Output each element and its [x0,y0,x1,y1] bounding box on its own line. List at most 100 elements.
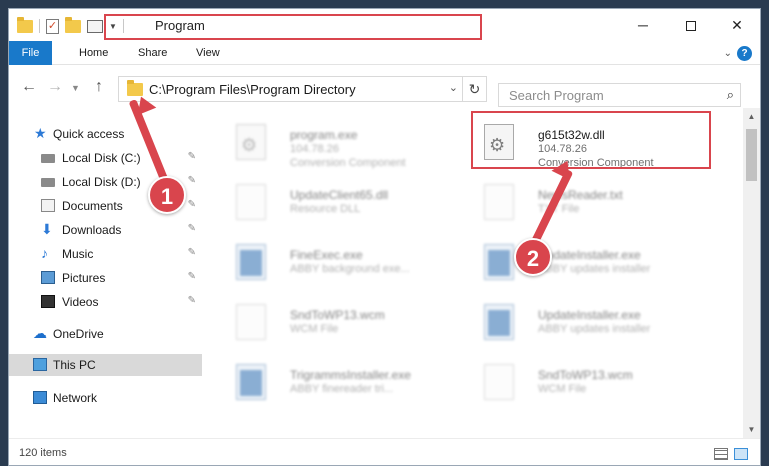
sidebar-item-label: OneDrive [53,327,104,341]
list-item[interactable]: FineExec.exe ABBY background exe... [206,238,436,288]
tab-home[interactable]: Home [79,41,108,65]
file-name: FineExec.exe [290,248,363,262]
folder-icon [17,16,33,33]
pin-icon[interactable]: ✎ [188,223,196,234]
music-icon: ♪ [41,245,48,261]
toolbar-divider [39,19,40,33]
sidebar-item-quick-access[interactable]: ★ Quick access [9,123,202,145]
sidebar-item-music[interactable]: ♪ Music ✎ [9,243,202,265]
up-arrow-icon[interactable]: ↑ [95,78,103,96]
exe-file-icon: ⚙ [236,124,266,160]
sidebar-item-label: Videos [62,295,99,309]
downloads-icon: ⬇ [41,221,53,237]
customize-icon[interactable] [87,19,103,33]
videos-icon [41,295,55,308]
tab-file[interactable]: File [9,41,52,65]
text-file-icon [484,184,514,220]
folder-icon [127,80,143,96]
maximize-icon [686,21,696,32]
vertical-scrollbar[interactable]: ▲ ▼ [743,108,760,438]
sidebar-item-onedrive[interactable]: ☁ OneDrive [9,323,202,345]
file-detail: WCM File [538,383,587,395]
pin-icon[interactable]: ✎ [188,295,196,306]
pin-icon[interactable]: ✎ [188,199,196,210]
this-pc-icon [33,358,47,371]
app-icon [484,244,514,280]
forward-arrow-icon[interactable]: → [47,78,63,96]
disk-icon [41,178,55,187]
onedrive-icon: ☁ [33,325,47,341]
sidebar-item-label: Quick access [53,127,125,141]
sidebar-item-label: Local Disk (D:) [62,175,141,189]
item-count: 120 items [19,447,67,459]
sidebar-item-label: Network [53,391,98,405]
sidebar-item-local-disk-c[interactable]: Local Disk (C:) ✎ [9,147,202,169]
search-input[interactable]: Search Program ⌕ [498,83,741,107]
file-name: program.exe [290,128,358,142]
chevron-down-icon[interactable]: ⌄ [449,81,458,94]
sidebar-item-label: Local Disk (C:) [62,151,141,165]
details-view-icon[interactable] [714,448,728,460]
list-item[interactable]: UpdateInstaller.exe ABBY updates install… [454,298,684,348]
file-name: UpdateClient65.dll [290,188,389,202]
sidebar-item-label: Pictures [62,271,106,285]
properties-check-icon[interactable]: ✓ [46,18,59,34]
chevron-down-icon[interactable]: ⌄ [724,48,732,59]
file-detail: ABBY background exe... [290,263,410,275]
documents-icon [41,199,55,212]
list-item[interactable]: SndToWP13.wcm WCM File [206,298,436,348]
search-placeholder: Search Program [509,88,604,103]
large-icons-view-icon[interactable] [734,448,748,460]
help-icon[interactable]: ? [737,46,752,61]
sidebar-item-network[interactable]: Network [9,387,202,409]
new-folder-icon[interactable] [65,16,81,33]
step-badge-2: 2 [514,238,552,276]
sidebar-item-downloads[interactable]: ⬇ Downloads ✎ [9,219,202,241]
scroll-down-icon[interactable]: ▼ [743,421,760,438]
address-row: ← → ▼ ↑ C:\Program Files\Program Directo… [9,66,760,108]
scroll-up-icon[interactable]: ▲ [743,108,760,125]
network-icon [33,391,47,404]
file-name: SndToWP13.wcm [538,368,633,382]
pin-icon[interactable]: ✎ [188,271,196,282]
scrollbar-thumb[interactable] [746,129,757,181]
file-icon [484,364,514,400]
file-highlight [471,111,711,169]
explorer-window: ✓ ▼ Program ─ ✕ File Home Share View ⌄ ?… [8,8,761,466]
list-item[interactable]: NewsReader.txt TXT File [454,178,684,228]
address-highlight [104,14,482,40]
pin-icon[interactable]: ✎ [188,247,196,258]
file-name: SndToWP13.wcm [290,308,385,322]
file-name: UpdateInstaller.exe [538,308,641,322]
recent-locations-icon[interactable]: ▼ [71,83,80,93]
list-item[interactable]: SndToWP13.wcm WCM File [454,358,684,408]
maximize-button[interactable] [668,9,714,41]
pin-icon[interactable]: ✎ [188,175,196,186]
tab-view[interactable]: View [196,41,220,65]
list-item[interactable]: ⚙ program.exe 104.78.26 Conversion Compo… [206,118,436,169]
address-path[interactable]: C:\Program Files\Program Directory [149,82,356,97]
close-button[interactable]: ✕ [714,9,760,41]
sidebar-item-videos[interactable]: Videos ✎ [9,291,202,313]
list-item[interactable]: UpdateClient65.dll Resource DLL [206,178,436,228]
list-item[interactable]: TrigrammsInstaller.exe ABBY finereader t… [206,358,436,408]
sidebar-item-pictures[interactable]: Pictures ✎ [9,267,202,289]
tab-share[interactable]: Share [138,41,167,65]
file-detail: Conversion Component [290,157,406,169]
file-detail: Resource DLL [290,203,361,215]
sidebar-item-label: Downloads [62,223,122,237]
status-bar: 120 items [9,438,760,465]
refresh-icon[interactable]: ↻ [462,77,486,101]
search-icon[interactable]: ⌕ [727,87,734,103]
minimize-button[interactable]: ─ [620,9,666,41]
list-item[interactable]: UpdateInstaller.exe ABBY updates install… [454,238,684,288]
sidebar-item-this-pc[interactable]: This PC [9,354,202,376]
star-icon: ★ [34,125,47,141]
back-arrow-icon[interactable]: ← [21,78,37,96]
file-detail: WCM File [290,323,339,335]
pin-icon[interactable]: ✎ [188,151,196,162]
app-icon [236,244,266,280]
navigation-pane: ★ Quick access Local Disk (C:) ✎ Local D… [9,108,204,438]
pictures-icon [41,271,55,284]
address-bar[interactable]: C:\Program Files\Program Directory ⌄ ↻ [118,76,487,102]
